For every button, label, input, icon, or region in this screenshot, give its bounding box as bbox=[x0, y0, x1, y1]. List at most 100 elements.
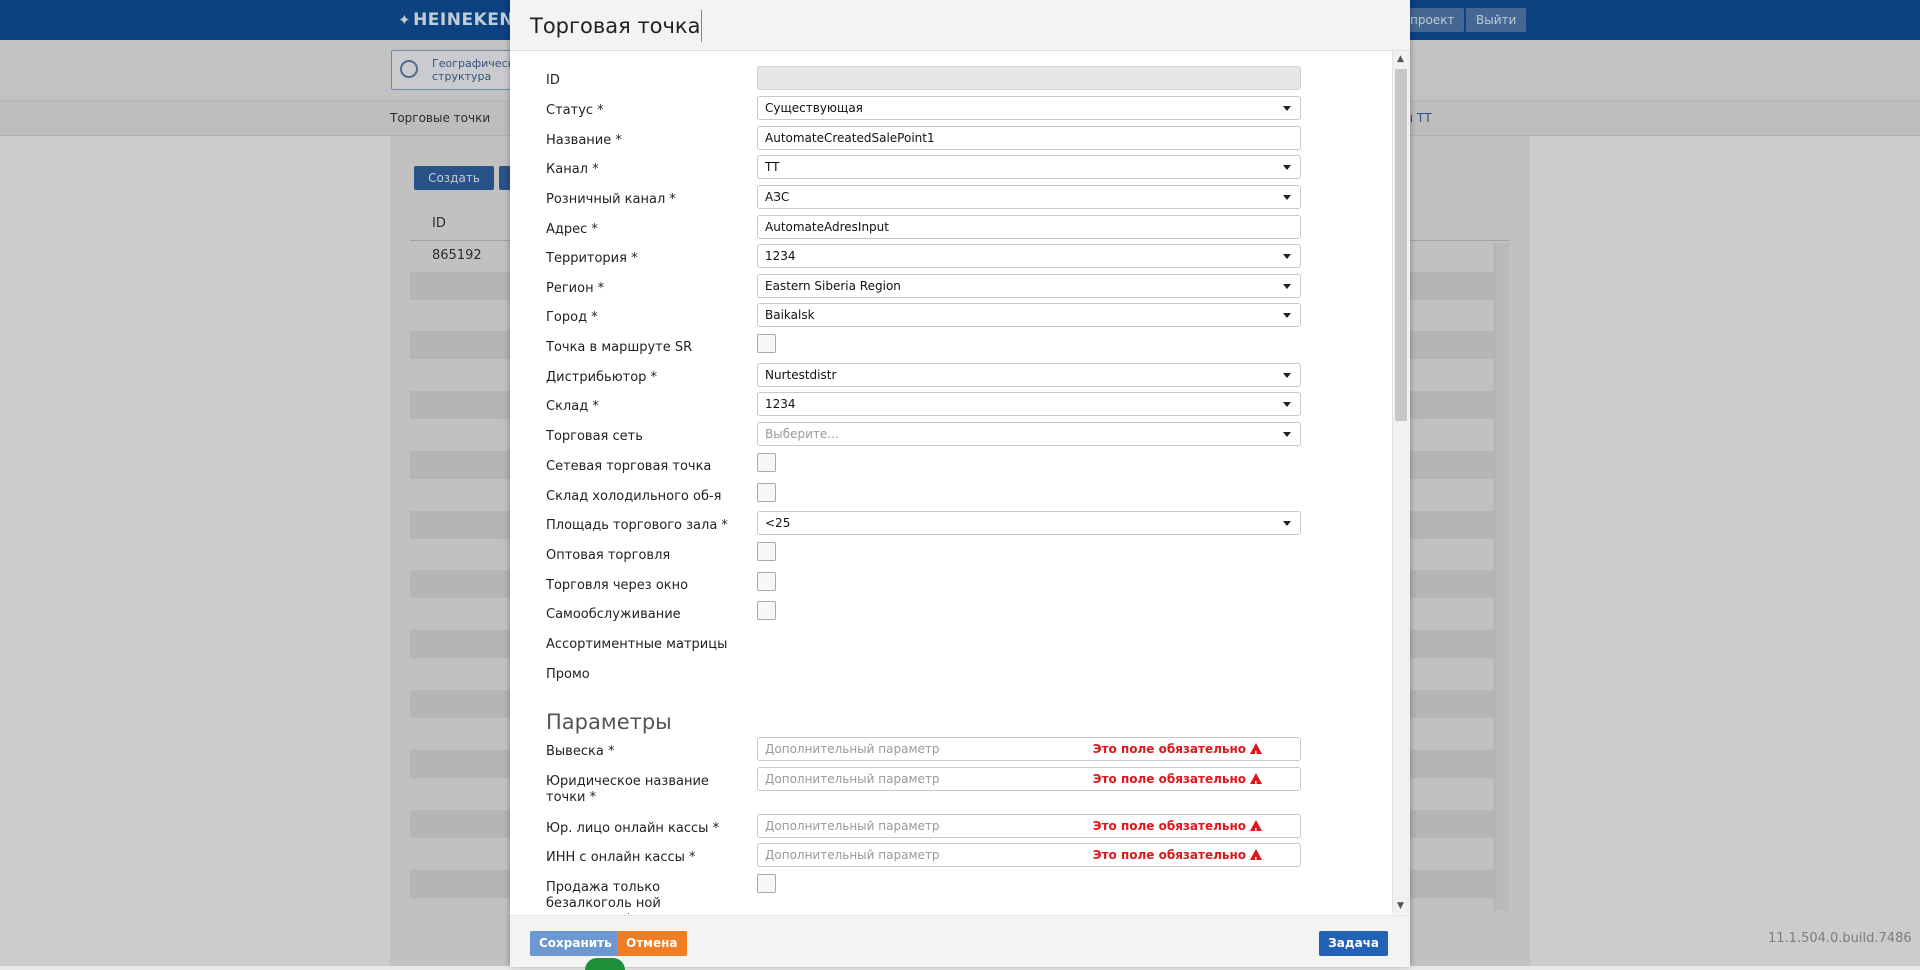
chevron-down-icon bbox=[1283, 165, 1291, 170]
name-label: Название * bbox=[546, 133, 622, 148]
id-label: ID bbox=[546, 73, 560, 88]
territory-select[interactable]: 1234 bbox=[757, 244, 1301, 268]
sr-route-checkbox[interactable] bbox=[757, 334, 776, 353]
id-field bbox=[757, 66, 1301, 90]
cold-storage-label: Склад холодильного об-я bbox=[546, 489, 722, 504]
error-text: Это поле обязательно bbox=[1092, 772, 1246, 786]
error-text: Это поле обязательно bbox=[1092, 848, 1246, 862]
required-error: Это поле обязательно bbox=[1092, 844, 1262, 872]
chevron-down-icon bbox=[1283, 521, 1291, 526]
error-text: Это поле обязательно bbox=[1092, 742, 1246, 756]
signboard-placeholder: Дополнительный параметр bbox=[765, 742, 940, 756]
cold-storage-checkbox[interactable] bbox=[757, 483, 776, 502]
modal-body: ID Статус * Существующая Название * Auto… bbox=[510, 51, 1392, 914]
distributor-value: Nurtestdistr bbox=[765, 368, 837, 382]
modal-scrollbar[interactable]: ▲ ▼ bbox=[1392, 51, 1410, 914]
legal-name-placeholder: Дополнительный параметр bbox=[765, 772, 940, 786]
title-divider bbox=[701, 10, 702, 42]
address-label: Адрес * bbox=[546, 222, 598, 237]
warning-icon bbox=[1250, 743, 1262, 766]
channel-select[interactable]: TT bbox=[757, 155, 1301, 179]
legal-name-input[interactable]: Дополнительный параметр Это поле обязате… bbox=[757, 767, 1301, 796]
territory-value: 1234 bbox=[765, 249, 796, 263]
address-input[interactable]: AutomateAdresInput bbox=[757, 215, 1301, 239]
sale-point-modal: Торговая точка ID Статус * Существующая … bbox=[510, 0, 1410, 970]
non-alcohol-checkbox[interactable] bbox=[757, 874, 776, 893]
legal-entity-kassa-label: Юр. лицо онлайн кассы * bbox=[546, 821, 720, 836]
self-service-checkbox[interactable] bbox=[757, 601, 776, 620]
legal-name-label: Юридическое название точки * bbox=[546, 774, 709, 805]
city-value: Baikalsk bbox=[765, 308, 815, 322]
floor-area-value: <25 bbox=[765, 516, 791, 530]
wholesale-checkbox[interactable] bbox=[757, 542, 776, 561]
task-button[interactable]: Задача bbox=[1319, 931, 1388, 956]
save-button[interactable]: Сохранить bbox=[530, 931, 621, 956]
warehouse-value: 1234 bbox=[765, 397, 796, 411]
inn-kassa-input[interactable]: Дополнительный параметр Это поле обязате… bbox=[757, 843, 1301, 872]
name-input[interactable]: AutomateCreatedSalePoint1 bbox=[757, 126, 1301, 150]
chevron-down-icon bbox=[1283, 195, 1291, 200]
required-error: Это поле обязательно bbox=[1092, 738, 1262, 766]
warning-icon bbox=[1250, 820, 1262, 843]
warehouse-label: Склад * bbox=[546, 399, 599, 414]
sr-route-label: Точка в маршруте SR bbox=[546, 340, 693, 355]
scroll-down-icon[interactable]: ▼ bbox=[1397, 901, 1404, 911]
channel-value: TT bbox=[765, 160, 780, 174]
chevron-down-icon bbox=[1283, 373, 1291, 378]
non-alcohol-label: Продажа только безалкоголь ной продукции… bbox=[546, 880, 661, 914]
warning-icon bbox=[1250, 773, 1262, 796]
inn-kassa-placeholder: Дополнительный параметр bbox=[765, 848, 940, 862]
region-select[interactable]: Eastern Siberia Region bbox=[757, 274, 1301, 298]
error-text: Это поле обязательно bbox=[1092, 819, 1246, 833]
region-label: Регион * bbox=[546, 281, 605, 296]
inn-kassa-label: ИНН с онлайн кассы * bbox=[546, 850, 696, 865]
city-select[interactable]: Baikalsk bbox=[757, 303, 1301, 327]
distributor-label: Дистрибьютор * bbox=[546, 370, 658, 385]
region-value: Eastern Siberia Region bbox=[765, 279, 901, 293]
legal-entity-kassa-input[interactable]: Дополнительный параметр Это поле обязате… bbox=[757, 814, 1301, 843]
chevron-down-icon bbox=[1283, 106, 1291, 111]
modal-footer: Сохранить Отмена Задача bbox=[510, 915, 1410, 970]
promo-label: Промо bbox=[546, 667, 590, 682]
retail-channel-select[interactable]: АЗС bbox=[757, 185, 1301, 209]
legal-entity-kassa-placeholder: Дополнительный параметр bbox=[765, 819, 940, 833]
city-label: Город * bbox=[546, 310, 598, 325]
params-section-title: Параметры bbox=[546, 710, 672, 734]
floor-area-label: Площадь торгового зала * bbox=[546, 518, 728, 533]
trade-network-label: Торговая сеть bbox=[546, 429, 643, 444]
wholesale-label: Оптовая торговля bbox=[546, 548, 671, 563]
network-outlet-label: Сетевая торговая точка bbox=[546, 459, 712, 474]
warehouse-select[interactable]: 1234 bbox=[757, 392, 1301, 416]
scroll-thumb[interactable] bbox=[1395, 69, 1407, 421]
required-error: Это поле обязательно bbox=[1092, 815, 1262, 843]
signboard-input[interactable]: Дополнительный параметр Это поле обязате… bbox=[757, 737, 1301, 766]
assortment-label: Ассортиментные матрицы bbox=[546, 637, 728, 652]
chevron-down-icon bbox=[1283, 254, 1291, 259]
trade-network-select[interactable]: Выберите... bbox=[757, 422, 1301, 446]
status-value: Существующая bbox=[765, 101, 863, 115]
chevron-down-icon bbox=[1283, 432, 1291, 437]
modal-title: Торговая точка bbox=[530, 14, 701, 38]
chevron-down-icon bbox=[1283, 284, 1291, 289]
status-label: Статус * bbox=[546, 103, 604, 118]
signboard-label: Вывеска * bbox=[546, 744, 615, 759]
warning-icon bbox=[1250, 849, 1262, 872]
scroll-up-icon[interactable]: ▲ bbox=[1397, 54, 1404, 64]
distributor-select[interactable]: Nurtestdistr bbox=[757, 363, 1301, 387]
network-outlet-checkbox[interactable] bbox=[757, 453, 776, 472]
trade-network-placeholder: Выберите... bbox=[765, 427, 839, 441]
required-error: Это поле обязательно bbox=[1092, 768, 1262, 796]
chevron-down-icon bbox=[1283, 402, 1291, 407]
status-select[interactable]: Существующая bbox=[757, 96, 1301, 120]
window-trade-label: Торговля через окно bbox=[546, 578, 689, 593]
retail-channel-label: Розничный канал * bbox=[546, 192, 676, 207]
retail-channel-value: АЗС bbox=[765, 190, 790, 204]
floor-area-select[interactable]: <25 bbox=[757, 511, 1301, 535]
cancel-button[interactable]: Отмена bbox=[617, 931, 687, 956]
channel-label: Канал * bbox=[546, 162, 599, 177]
territory-label: Территория * bbox=[546, 251, 638, 266]
chevron-down-icon bbox=[1283, 313, 1291, 318]
window-trade-checkbox[interactable] bbox=[757, 572, 776, 591]
self-service-label: Самообслуживание bbox=[546, 607, 681, 622]
modal-header: Торговая точка bbox=[510, 0, 1410, 51]
